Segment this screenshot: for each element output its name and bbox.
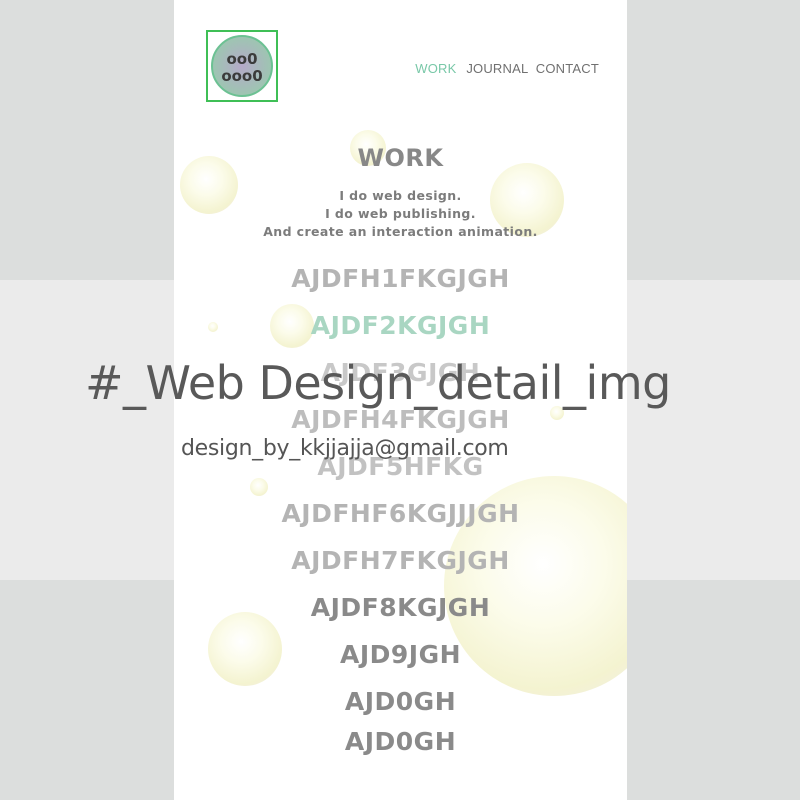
work-list-item[interactable]: AJDFH7FKGJGH [174,546,627,575]
logo[interactable]: oo0 ooo0 [206,30,278,102]
work-list-item[interactable]: AJDF8KGJGH [174,593,627,622]
work-description: I do web design. I do web publishing. An… [174,187,627,241]
work-list-item[interactable]: AJD0GH [174,727,627,756]
work-description-line: And create an interaction animation. [263,224,538,239]
nav-item-contact[interactable]: CONTACT [536,61,599,76]
work-description-line: I do web design. [339,188,462,203]
work-list-item[interactable]: AJDFHF6KGJJJGH [174,499,627,528]
work-list-item-hovered[interactable]: AJDF2KGJGH [174,311,627,340]
logo-icon: oo0 ooo0 [211,35,273,97]
work-heading: WORK [357,144,444,172]
work-list-item[interactable]: AJDFH1FKGJGH [174,264,627,293]
work-list-item[interactable]: AJD0GH [174,687,627,716]
logo-text-line2: ooo0 [221,67,263,85]
overlay-title: #_Web Design_detail_img [85,356,671,410]
nav-item-journal[interactable]: JOURNAL [466,61,528,76]
work-description-line: I do web publishing. [325,206,476,221]
overlay-subtitle: design_by_kkjjajja@gmail.com [181,436,509,461]
top-nav: WORK JOURNAL CONTACT [409,61,599,76]
work-list-item[interactable]: AJD9JGH [174,640,627,669]
logo-text-line1: oo0 [226,50,258,68]
nav-item-work[interactable]: WORK [415,61,456,76]
